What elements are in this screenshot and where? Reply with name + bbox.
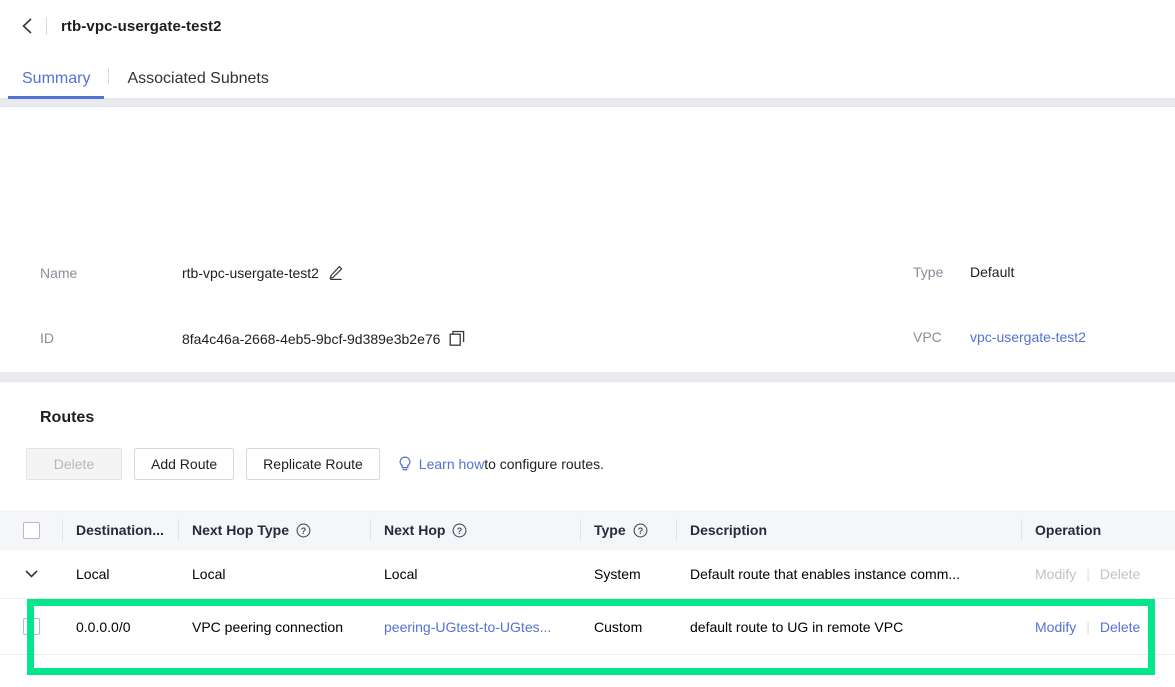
cell-type: Custom — [594, 618, 643, 635]
cell-description-text: default route to UG in remote VPC — [690, 618, 904, 635]
row-expand-cell — [0, 568, 62, 580]
routes-table: Destination... Next Hop Type ? Next Hop … — [0, 510, 1175, 655]
column-header-description[interactable]: Description — [676, 510, 1021, 550]
column-header-next-hop-type-label: Next Hop Type — [192, 522, 289, 538]
field-name-value: rtb-vpc-usergate-test2 — [182, 265, 319, 281]
svg-text:?: ? — [457, 525, 463, 535]
summary-card: Name rtb-vpc-usergate-test2 ID 8fa4c46a-… — [0, 107, 1175, 413]
chevron-down-icon[interactable] — [23, 568, 40, 580]
routes-hint-text: to configure routes. — [484, 456, 605, 472]
cell-next-hop-link[interactable]: peering-UGtest-to-UGtes... — [384, 619, 551, 635]
cell-destination: 0.0.0.0/0 — [76, 618, 131, 635]
page-title: rtb-vpc-usergate-test2 — [61, 17, 222, 35]
column-header-next-hop-type[interactable]: Next Hop Type ? — [178, 510, 370, 550]
table-row: Local Local Local System Default route t… — [0, 550, 1175, 599]
tab-bar: Summary Associated Subnets — [0, 52, 1175, 99]
column-header-next-hop-label: Next Hop — [384, 522, 446, 538]
table-header-row: Destination... Next Hop Type ? Next Hop … — [0, 510, 1175, 550]
column-header-type[interactable]: Type ? — [580, 510, 676, 550]
back-button[interactable] — [10, 9, 44, 43]
field-type-value: Default — [970, 264, 1015, 280]
field-vpc-value-link[interactable]: vpc-usergate-test2 — [970, 329, 1086, 345]
help-circle-icon[interactable]: ? — [633, 523, 648, 538]
routes-card: Routes Delete Add Route Replicate Route … — [0, 383, 1175, 687]
operation-separator: | — [1086, 566, 1090, 582]
cell-description: Default route that enables instance comm… — [676, 566, 1021, 582]
select-all-checkbox[interactable] — [22, 521, 40, 539]
chevron-left-icon — [21, 17, 34, 35]
routes-title: Routes — [40, 409, 95, 426]
svg-text:?: ? — [301, 525, 307, 535]
edit-pencil-icon[interactable] — [328, 265, 344, 281]
help-circle-icon[interactable]: ? — [452, 523, 467, 538]
row-select-cell — [0, 618, 62, 635]
field-id-value: 8fa4c46a-2668-4eb5-9bcf-9d389e3b2e76 — [182, 330, 441, 347]
delete-link[interactable]: Delete — [1100, 619, 1140, 635]
cell-type: System — [594, 566, 641, 582]
field-name-value-wrap: rtb-vpc-usergate-test2 — [182, 265, 344, 281]
help-circle-icon[interactable]: ? — [296, 523, 311, 538]
column-header-operation: Operation — [1021, 510, 1175, 550]
tab-summary[interactable]: Summary — [8, 71, 105, 99]
delete-button[interactable]: Delete — [26, 448, 122, 480]
routes-hint: Learn how to configure routes. — [398, 456, 604, 473]
row-checkbox[interactable] — [22, 618, 40, 635]
cell-operation: Modify | Delete — [1021, 619, 1175, 635]
cell-description: default route to UG in remote VPC — [676, 619, 1021, 635]
operation-separator: | — [1086, 618, 1090, 635]
cell-description-text: Default route that enables instance comm… — [690, 566, 961, 582]
section-gap-band-top — [0, 98, 1175, 107]
delete-link: Delete — [1099, 566, 1141, 582]
section-gap-band-bottom — [0, 372, 1175, 381]
column-header-next-hop[interactable]: Next Hop ? — [370, 510, 580, 550]
replicate-route-button[interactable]: Replicate Route — [246, 448, 380, 480]
table-row: 0.0.0.0/0 VPC peering connection peering… — [0, 599, 1175, 655]
svg-text:?: ? — [637, 525, 643, 535]
cell-operation: Modify | Delete — [1021, 566, 1175, 582]
add-route-button[interactable]: Add Route — [134, 448, 235, 480]
cell-next-hop-type: VPC peering connection — [192, 618, 343, 635]
page-header: rtb-vpc-usergate-test2 — [0, 0, 1175, 52]
column-header-type-label: Type — [594, 522, 626, 538]
cell-next-hop: Local — [384, 566, 418, 582]
column-header-destination[interactable]: Destination... — [62, 510, 178, 550]
tab-separator — [108, 68, 110, 84]
routes-toolbar: Delete Add Route Replicate Route Learn h… — [0, 427, 1175, 480]
cell-destination: Local — [76, 566, 110, 582]
copy-icon[interactable] — [449, 330, 466, 347]
lightbulb-icon — [398, 456, 412, 473]
field-id-value-wrap: 8fa4c46a-2668-4eb5-9bcf-9d389e3b2e76 — [182, 330, 466, 347]
cell-next-hop: peering-UGtest-to-UGtes... — [370, 619, 580, 635]
modify-link[interactable]: Modify — [1035, 619, 1076, 635]
header-divider — [46, 17, 47, 35]
cell-next-hop-type: Local — [192, 566, 226, 582]
select-all-cell — [0, 510, 62, 550]
modify-link: Modify — [1035, 566, 1077, 582]
learn-how-link[interactable]: Learn how — [419, 456, 484, 472]
tab-associated-subnets[interactable]: Associated Subnets — [113, 71, 282, 98]
